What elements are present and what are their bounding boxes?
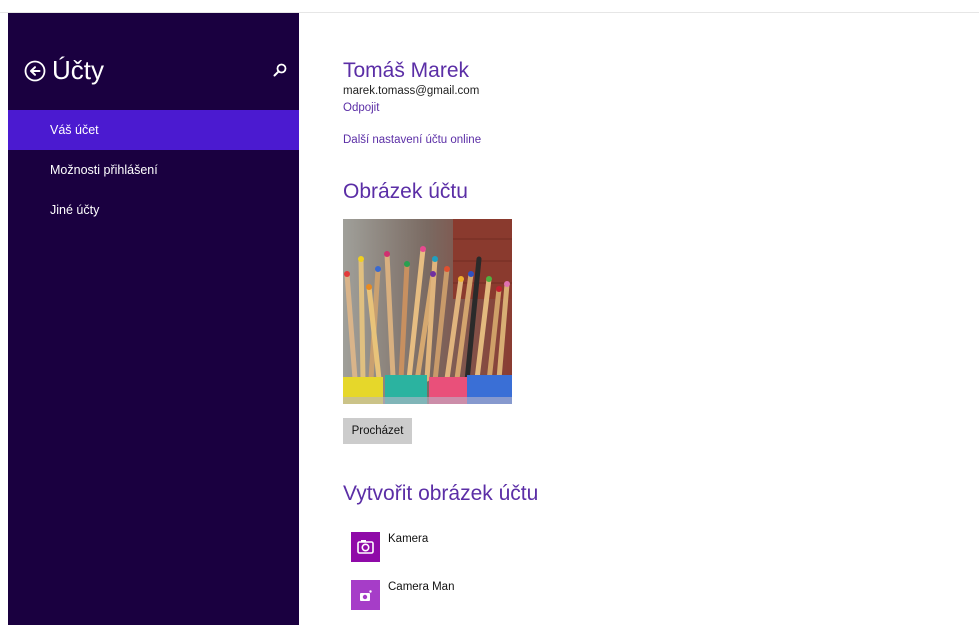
- sidebar: Účty Váš účet Možnosti přihlášení Jiné ú…: [8, 13, 299, 625]
- search-icon[interactable]: [272, 62, 288, 78]
- browse-button[interactable]: Procházet: [343, 418, 412, 444]
- camera-man-app-label: Camera Man: [388, 581, 455, 593]
- sidebar-item-label: Možnosti přihlášení: [50, 163, 158, 177]
- account-name: Tomáš Marek: [343, 59, 470, 82]
- camera-app-tile: [351, 532, 380, 562]
- camera-man-app-tile: [351, 580, 380, 610]
- account-picture: [343, 219, 512, 404]
- camera-icon: [357, 540, 374, 554]
- account-picture-heading: Obrázek účtu: [343, 180, 468, 203]
- more-account-settings-link[interactable]: Další nastavení účtu online: [343, 133, 481, 147]
- sidebar-item-your-account[interactable]: Váš účet: [8, 110, 299, 150]
- settings-window: Účty Váš účet Možnosti přihlášení Jiné ú…: [0, 0, 979, 625]
- disconnect-link[interactable]: Odpojit: [343, 101, 379, 115]
- back-arrow-circle-icon[interactable]: [24, 60, 46, 82]
- sidebar-title: Účty: [52, 55, 104, 85]
- sidebar-nav: Váš účet Možnosti přihlášení Jiné účty: [8, 110, 299, 230]
- sidebar-item-label: Jiné účty: [50, 203, 100, 217]
- sidebar-item-other-accounts[interactable]: Jiné účty: [8, 190, 299, 230]
- account-email: marek.tomass@gmail.com: [343, 85, 480, 97]
- sidebar-item-sign-in-options[interactable]: Možnosti přihlášení: [8, 150, 299, 190]
- camera-icon: [360, 590, 372, 601]
- camera-app-label: Kamera: [388, 533, 429, 545]
- sidebar-item-label: Váš účet: [50, 123, 99, 137]
- create-picture-heading: Vytvořit obrázek účtu: [343, 482, 539, 505]
